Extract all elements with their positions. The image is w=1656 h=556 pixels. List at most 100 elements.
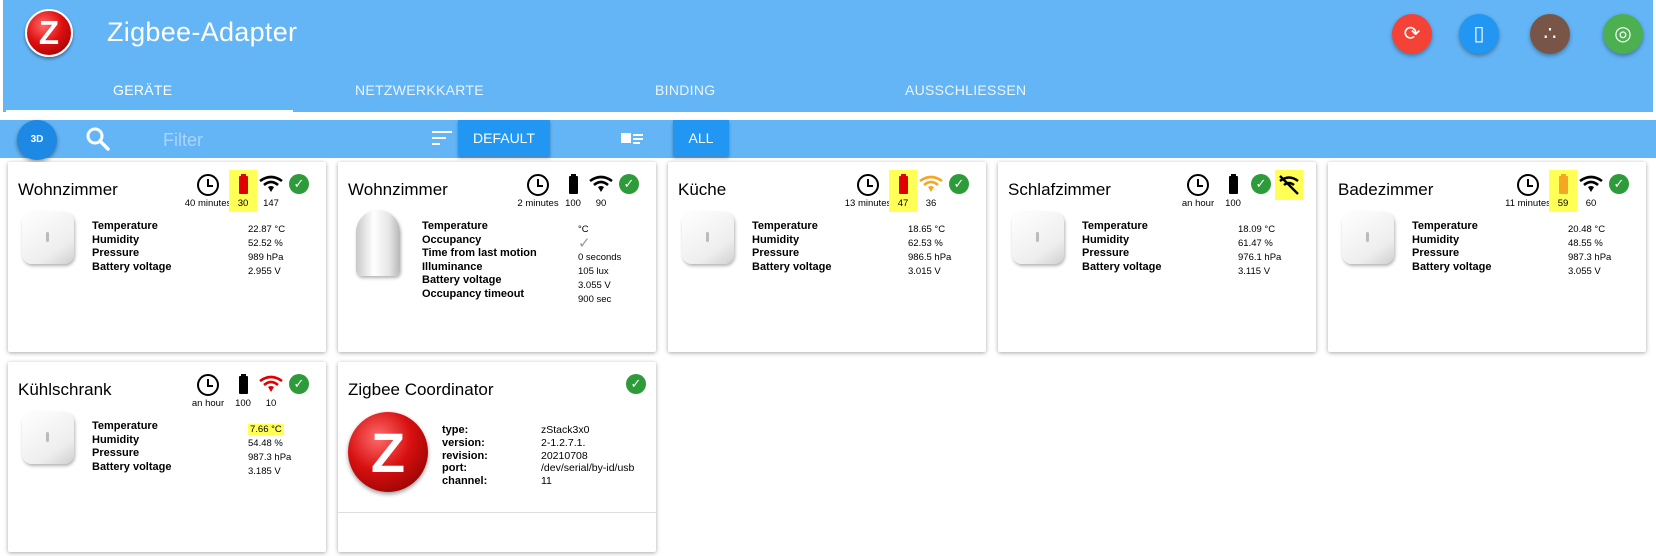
last-seen: 13 minutes [845, 172, 891, 209]
clock-icon [197, 174, 219, 196]
property-label: Occupancy [422, 233, 482, 246]
link-quality: 10 [257, 372, 285, 409]
tab-ausschliessen[interactable]: Ausschliessen [905, 82, 1026, 98]
property-labels: Temperature Humidity Pressure Battery volta… [752, 220, 831, 274]
property-values: 7.66 °C 54.48 % 987.3 hPa 3.185 V [248, 423, 291, 479]
property-value: 3.185 V [248, 466, 281, 477]
property-value: 7.66 °C [248, 424, 284, 435]
property-label: Temperature [1082, 220, 1148, 232]
signal-icon [257, 175, 285, 198]
tab-binding[interactable]: Binding [655, 82, 715, 98]
sort-icon[interactable] [432, 130, 452, 146]
last-seen: 40 minutes [185, 172, 231, 209]
property-values: 18.09 °C 61.47 % 976.1 hPa 3.115 V [1238, 223, 1281, 279]
default-sort-button[interactable]: Default [458, 120, 550, 156]
property-value: 20.48 °C [1568, 224, 1606, 235]
signal-icon [257, 375, 285, 398]
property-value: 987.3 hPa [1568, 252, 1612, 263]
available-icon: ✓ [945, 172, 973, 194]
property-label: Temperature [92, 220, 158, 232]
device-name: Wohnzimmer [18, 180, 118, 199]
radar-icon: ◎ [1614, 23, 1632, 45]
coordinator-prop-label: port: [442, 462, 468, 475]
property-label: Battery voltage [422, 274, 502, 287]
property-label: Pressure [1082, 247, 1130, 260]
battery: 59 [1549, 170, 1577, 212]
sensor-image [1012, 212, 1064, 264]
device-card[interactable]: Wohnzimmer 40 minutes 30 147 ✓ Temperature… [8, 162, 326, 352]
clock-icon [1517, 174, 1539, 196]
available-icon: ✓ [622, 372, 650, 394]
property-label: Humidity [1412, 233, 1460, 246]
battery-icon [1558, 174, 1568, 194]
available-icon: ✓ [285, 172, 313, 194]
battery: 30 [229, 170, 257, 212]
available-icon: ✓ [285, 372, 313, 394]
tab-geraete[interactable]: Geräte [113, 82, 172, 98]
coordinator-prop-value: /dev/serial/by-id/usb [541, 462, 635, 475]
coordinator-logo: Z [348, 412, 428, 492]
coordinator-prop-label: version: [442, 436, 485, 449]
pairing-button[interactable]: ◎ [1603, 14, 1643, 54]
refresh-button[interactable]: ⟳ [1392, 14, 1432, 54]
clock-icon [197, 374, 219, 396]
link-quality: 90 [587, 172, 615, 209]
device-card[interactable]: Schlafzimmer an hour 100 ✓ Temperature Hum… [998, 162, 1316, 352]
card-view-icon[interactable] [621, 132, 643, 146]
tab-netzwerkkarte[interactable]: Netzwerkkarte [355, 82, 484, 98]
property-labels: Temperature Humidity Pressure Battery volta… [92, 220, 171, 274]
property-value: 0 seconds [578, 252, 622, 263]
signal-icon [917, 175, 945, 198]
property-value: 3.055 V [1568, 266, 1601, 277]
device-card[interactable]: Badezimmer 11 minutes 59 60 ✓ Temperature H… [1328, 162, 1646, 352]
device-card[interactable]: Kühlschrank an hour 100 10 ✓ Temperature Hu… [8, 362, 326, 552]
device-name: Wohnzimmer [348, 180, 448, 199]
group-button[interactable]: ∴ [1530, 14, 1570, 54]
property-label: Pressure [92, 247, 140, 260]
zigbee-logo: Z [25, 9, 73, 57]
property-label: Humidity [1082, 233, 1130, 246]
battery-icon [898, 174, 908, 194]
property-value: 986.5 hPa [908, 252, 952, 263]
property-label: Humidity [92, 433, 140, 446]
property-label: Temperature [92, 420, 158, 432]
property-value: ✓ [578, 235, 591, 252]
sensor-image [22, 412, 74, 464]
property-label: Temperature [752, 220, 818, 232]
search-icon[interactable] [85, 126, 111, 152]
coordinator-name: Zigbee Coordinator [348, 380, 494, 399]
dots-icon: ∴ [1543, 23, 1557, 45]
coordinator-prop-label: type: [442, 424, 469, 436]
sync-icon: ⟳ [1403, 23, 1421, 45]
device-card[interactable]: Küche 13 minutes 47 36 ✓ Temperature Humidi… [668, 162, 986, 352]
last-seen: an hour [192, 372, 224, 409]
device-name: Schlafzimmer [1008, 180, 1111, 199]
coordinator-prop-label: revision: [442, 449, 488, 462]
property-label: Occupancy timeout [422, 287, 525, 300]
property-value: 900 sec [578, 294, 612, 305]
property-label: Battery voltage [92, 260, 172, 273]
battery-icon [238, 174, 248, 194]
property-label: Humidity [92, 233, 140, 246]
coordinator-card[interactable]: Zigbee Coordinator ✓ Z type: version: revi… [338, 362, 656, 552]
sensor-image [1342, 212, 1394, 264]
property-label: Humidity [752, 233, 800, 246]
device-name: Küche [678, 180, 727, 199]
view-3d-button[interactable]: 3D [17, 120, 57, 160]
last-seen: 2 minutes [517, 172, 559, 209]
property-value: 61.47 % [1238, 238, 1273, 249]
property-label: Pressure [92, 447, 140, 460]
link-quality: 147 [257, 172, 285, 209]
property-value: 987.3 hPa [248, 452, 292, 463]
property-value: 48.55 % [1568, 238, 1603, 249]
coordinator-prop-label: channel: [442, 475, 488, 488]
property-values: 22.87 °C 52.52 % 989 hPa 2.955 V [248, 223, 285, 279]
filter-input[interactable] [163, 128, 393, 152]
device-card[interactable]: Wohnzimmer 2 minutes 100 90 ✓ Temperature O… [338, 162, 656, 352]
property-label: Battery voltage [1412, 260, 1492, 273]
clock-icon [527, 174, 549, 196]
install-button[interactable]: ▯ [1459, 14, 1499, 54]
property-labels: Temperature Humidity Pressure Battery volta… [1082, 220, 1161, 274]
battery: 47 [889, 170, 917, 212]
all-filter-button[interactable]: All [673, 120, 729, 156]
